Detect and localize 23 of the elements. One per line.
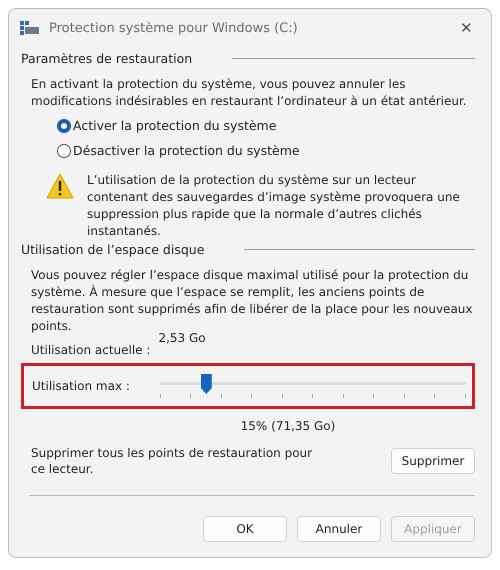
group-heading: Paramètres de restauration [21, 51, 192, 66]
window-title: Protection système pour Windows (C:) [49, 20, 299, 36]
usage-slider[interactable] [160, 374, 466, 398]
dialog-button[interactable]: Annuler [297, 516, 381, 542]
delete-button[interactable]: Supprimer [391, 448, 475, 474]
close-button[interactable]: ✕ [452, 15, 481, 41]
radio-icon[interactable] [57, 118, 71, 132]
group-heading: Utilisation de l’espace disque [21, 242, 204, 257]
dialog-button[interactable]: OK [203, 516, 287, 542]
computer-icon [19, 20, 41, 36]
radio-icon[interactable] [57, 144, 71, 158]
radio-option[interactable]: Désactiver la protection du système [57, 143, 475, 158]
max-usage-label: Utilisation max : [32, 379, 130, 393]
radio-option[interactable]: Activer la protection du système [57, 118, 475, 133]
current-usage-label: Utilisation actuelle : [31, 343, 150, 357]
warning-icon [45, 172, 75, 200]
slider-thumb[interactable] [200, 374, 212, 394]
usage-reading: 15% (71,35 Go) [240, 419, 336, 433]
warning-text: L’utilisation de la protection du système sur un lecteur contenant des sauvegardes d’image système provoquera une suppression plus rapide que la normale d’autres clichés instantanés. [87, 172, 461, 240]
description-text: En activant la protection du système, vous pouvez annuler les modifications indésirables en restaurant l’ordinateur à un état antérieur. [31, 76, 468, 110]
description-text: Vous pouvez régler l’espace disque maximal utilisé pour la protection du système. À mesure que l’espace se remplit, les anciens points de restauration sont supprimés afin de libérer de la place pour les nouveaux points. [31, 267, 474, 333]
delete-text: Supprimer tous les points de restauration pour ce lecteur. [31, 445, 314, 477]
current-usage-value: 2,53 Go [158, 331, 206, 345]
